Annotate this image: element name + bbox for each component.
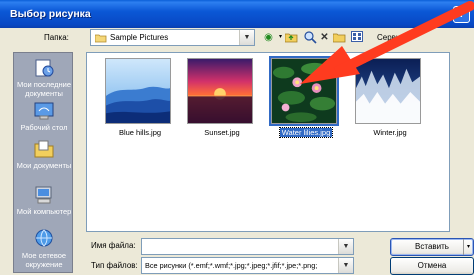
place-label: Рабочий стол (20, 123, 68, 132)
file-name: Water lilies.jpg (278, 127, 334, 138)
file-name: Blue hills.jpg (118, 128, 162, 137)
place-label: Мои документы (16, 161, 72, 170)
place-label: Мои последние документы (16, 80, 72, 98)
folder-combobox[interactable]: Sample Pictures ▼ (90, 29, 255, 46)
insert-button[interactable]: Вставить ▾ (390, 238, 474, 256)
search-web-icon[interactable] (304, 31, 317, 44)
filetype-select[interactable]: Все рисунки (*.emf;*.wmf;*.jpg;*.jpeg;*.… (141, 257, 354, 274)
tools-menu[interactable]: Сервис ▾ (377, 33, 411, 42)
filename-label: Имя файла: (91, 241, 136, 250)
file-name: Sunset.jpg (204, 128, 240, 137)
help-button[interactable]: ? (453, 6, 470, 23)
chevron-down-icon[interactable]: ▼ (239, 30, 254, 45)
thumbnail-sunset (187, 58, 253, 124)
filetype-value: Все рисунки (*.emf;*.wmf;*.jpg;*.jpeg;*.… (145, 261, 318, 270)
window-title: Выбор рисунка (10, 8, 91, 20)
file-name: Winter.jpg (373, 128, 407, 137)
folder-value: Sample Pictures (110, 33, 169, 42)
title-bar: Выбор рисунка ? (0, 0, 474, 28)
folder-icon (95, 34, 107, 43)
places-bar: Мои последние документы Рабочий стол Мои… (13, 52, 73, 273)
place-label: Мой компьютер (16, 207, 72, 216)
place-desktop[interactable]: Рабочий стол (14, 101, 74, 132)
thumbnail-blue-hills (105, 58, 171, 124)
file-list[interactable]: Blue hills.jpg Sunset.jpg Water lilies.j… (86, 52, 450, 232)
folder-label: Папка: (44, 33, 69, 42)
chevron-down-icon[interactable]: ▼ (338, 258, 353, 273)
up-folder-icon[interactable] (284, 31, 298, 44)
new-folder-icon[interactable] (332, 31, 346, 44)
views-icon[interactable] (351, 31, 364, 44)
insert-label: Вставить (415, 242, 449, 251)
place-my-documents[interactable]: Мои документы (14, 139, 74, 170)
my-computer-icon (35, 186, 52, 204)
place-recent-documents[interactable]: Мои последние документы (14, 58, 74, 98)
filetype-label: Тип файлов: (91, 261, 138, 270)
my-documents-icon (34, 140, 54, 158)
chevron-down-icon[interactable]: ▾ (463, 239, 473, 255)
place-my-computer[interactable]: Мой компьютер (14, 185, 74, 216)
chevron-down-icon[interactable]: ▼ (338, 239, 353, 254)
thumbnail-winter (355, 58, 421, 124)
desktop-icon (34, 102, 54, 120)
filename-input[interactable]: ▼ (141, 238, 354, 255)
cancel-button[interactable]: Отмена (390, 257, 474, 275)
tools-label: Сервис (377, 33, 405, 42)
place-label: Мое сетевое окружение (21, 251, 67, 269)
recent-documents-icon (35, 59, 54, 77)
delete-icon[interactable]: ✕ (318, 31, 331, 44)
place-network[interactable]: Мое сетевое окружение (14, 229, 74, 269)
thumbnail-water-lilies (269, 56, 339, 126)
network-icon (35, 229, 53, 247)
